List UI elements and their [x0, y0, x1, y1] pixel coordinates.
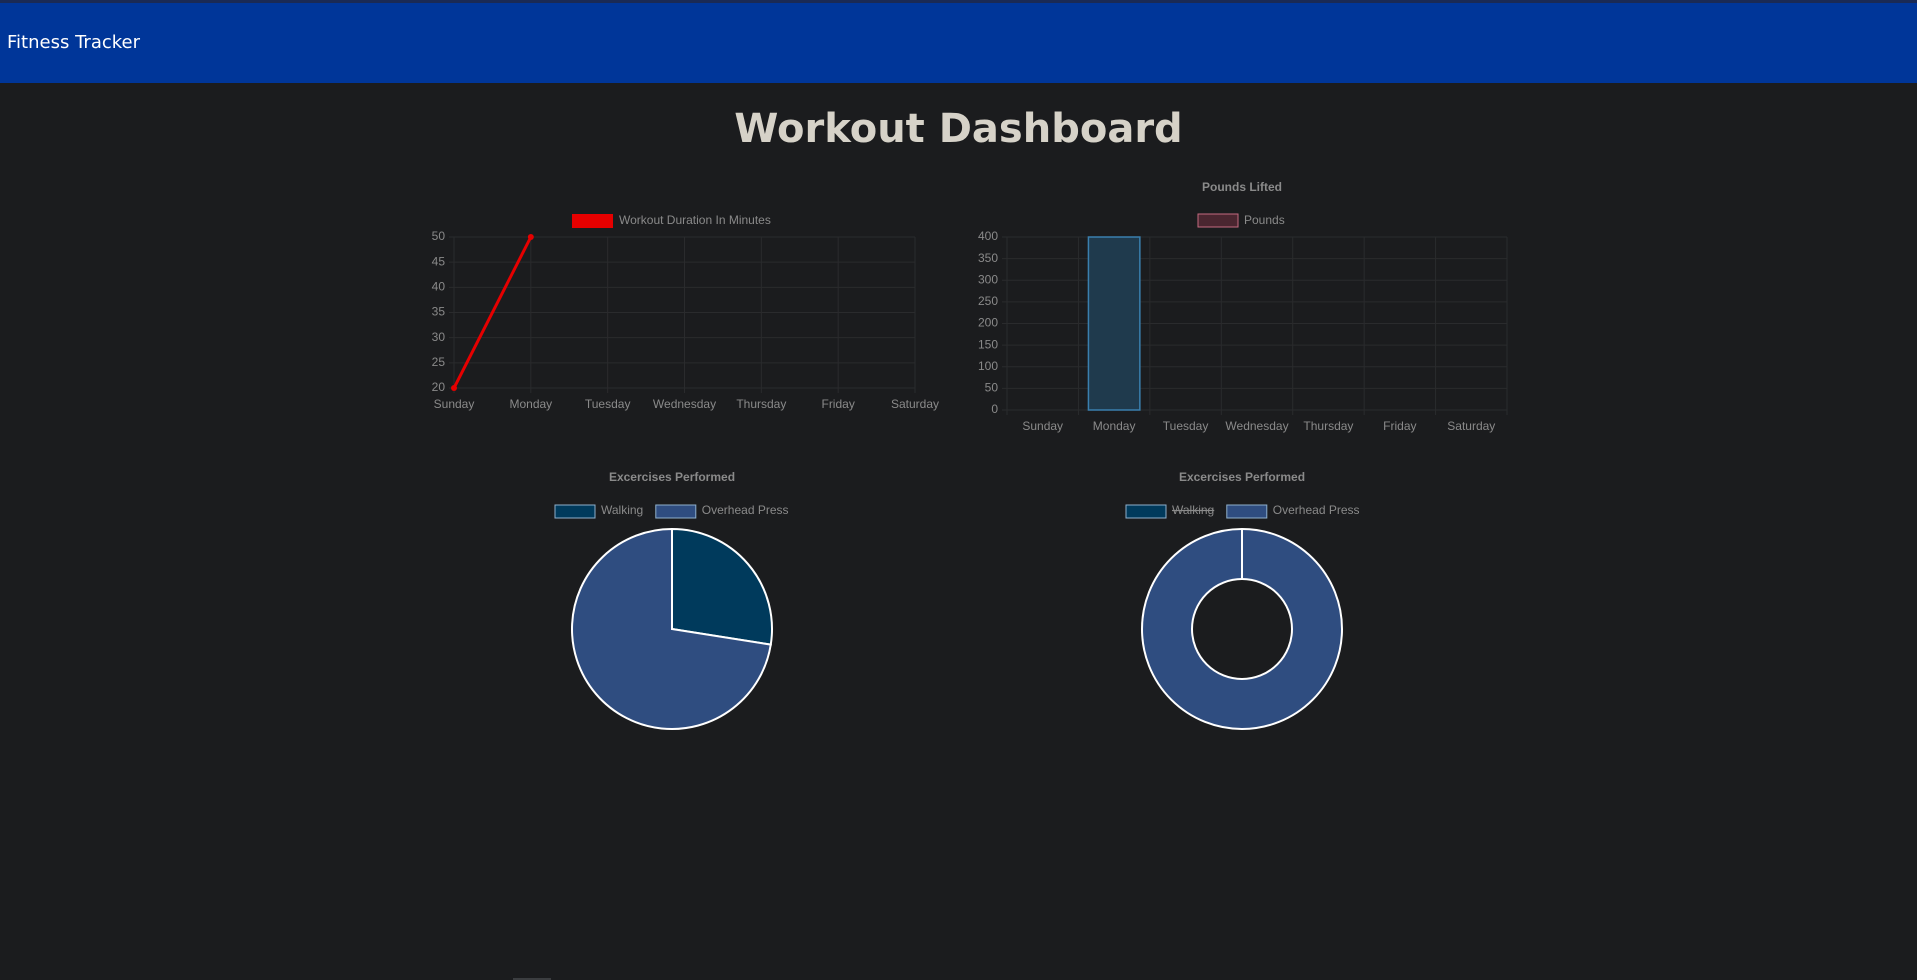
- pie-chart-legend-swatch[interactable]: [554, 504, 596, 519]
- line-chart-x-tick: Saturday: [891, 397, 939, 411]
- bar-chart-x-tick: Wednesday: [1225, 419, 1288, 433]
- pie-chart-slice[interactable]: [671, 527, 773, 646]
- bar-chart-legend-swatch[interactable]: [1197, 213, 1239, 228]
- line-chart-x-tick: Friday: [821, 397, 854, 411]
- doughnut-chart-legend-swatch[interactable]: [1226, 504, 1268, 519]
- bar-chart-y-tick: 50: [985, 381, 999, 395]
- line-chart-x-tick: Sunday: [434, 397, 475, 411]
- pie-chart-title: Excercises Performed: [609, 470, 735, 484]
- charts-canvas: 50 45 40 35 30 25 20 Sunday Monday Tuesday Wednesd…: [432, 180, 1508, 731]
- bar-chart-x-tick: Friday: [1383, 419, 1416, 433]
- bar-chart-bar[interactable]: [1087, 236, 1141, 411]
- line-chart-x-tick: Wednesday: [653, 397, 716, 411]
- bar-chart-x-tick: Saturday: [1447, 419, 1495, 433]
- doughnut-chart-legend-swatch[interactable]: [1125, 504, 1167, 519]
- line-chart-y-tick: 20: [432, 380, 446, 394]
- line-chart-y-tick: 40: [432, 280, 446, 294]
- bar-chart-y-tick: 400: [978, 229, 998, 243]
- line-chart-y-tick: 30: [432, 330, 446, 344]
- bar-chart-y-tick: 250: [978, 294, 998, 308]
- doughnut-chart-legend-label[interactable]: Walking: [1172, 503, 1214, 517]
- line-chart-legend-label[interactable]: Workout Duration In Minutes: [619, 213, 771, 227]
- line-chart-x-tick: Monday: [509, 397, 552, 411]
- bar-chart-title: Pounds Lifted: [1202, 180, 1282, 194]
- line-chart-legend-swatch[interactable]: [572, 214, 613, 228]
- line-chart-y-tick: 35: [432, 305, 446, 319]
- line-chart-x-tick: Thursday: [736, 397, 786, 411]
- line-chart-point: [527, 234, 534, 240]
- bar-chart-y-tick: 0: [991, 402, 998, 416]
- bar-chart-y-tick: 350: [978, 251, 998, 265]
- line-chart-point: [451, 385, 457, 391]
- pie-chart-legend-label[interactable]: Overhead Press: [702, 503, 789, 517]
- line-chart-y-tick: 25: [432, 355, 446, 369]
- line-chart-y-tick: 50: [432, 229, 446, 243]
- pie-chart-legend-swatch[interactable]: [655, 504, 697, 519]
- bar-chart-x-tick: Sunday: [1022, 419, 1063, 433]
- doughnut-chart-legend-label[interactable]: Overhead Press: [1273, 503, 1360, 517]
- bar-chart-legend-label[interactable]: Pounds: [1244, 213, 1285, 227]
- doughnut-chart-title: Excercises Performed: [1179, 470, 1305, 484]
- bar-chart-x-tick: Monday: [1093, 419, 1136, 433]
- bar-chart-y-tick: 300: [978, 272, 998, 286]
- bar-chart-y-tick: 100: [978, 359, 998, 373]
- line-chart-x-tick: Tuesday: [585, 397, 631, 411]
- bar-chart-y-tick: 150: [978, 337, 998, 351]
- pie-chart-legend-label[interactable]: Walking: [601, 503, 643, 517]
- bar-chart-x-tick: Thursday: [1303, 419, 1353, 433]
- bar-chart-x-tick: Tuesday: [1163, 419, 1209, 433]
- bar-chart-y-tick: 200: [978, 316, 998, 330]
- line-chart-y-tick: 45: [432, 254, 446, 268]
